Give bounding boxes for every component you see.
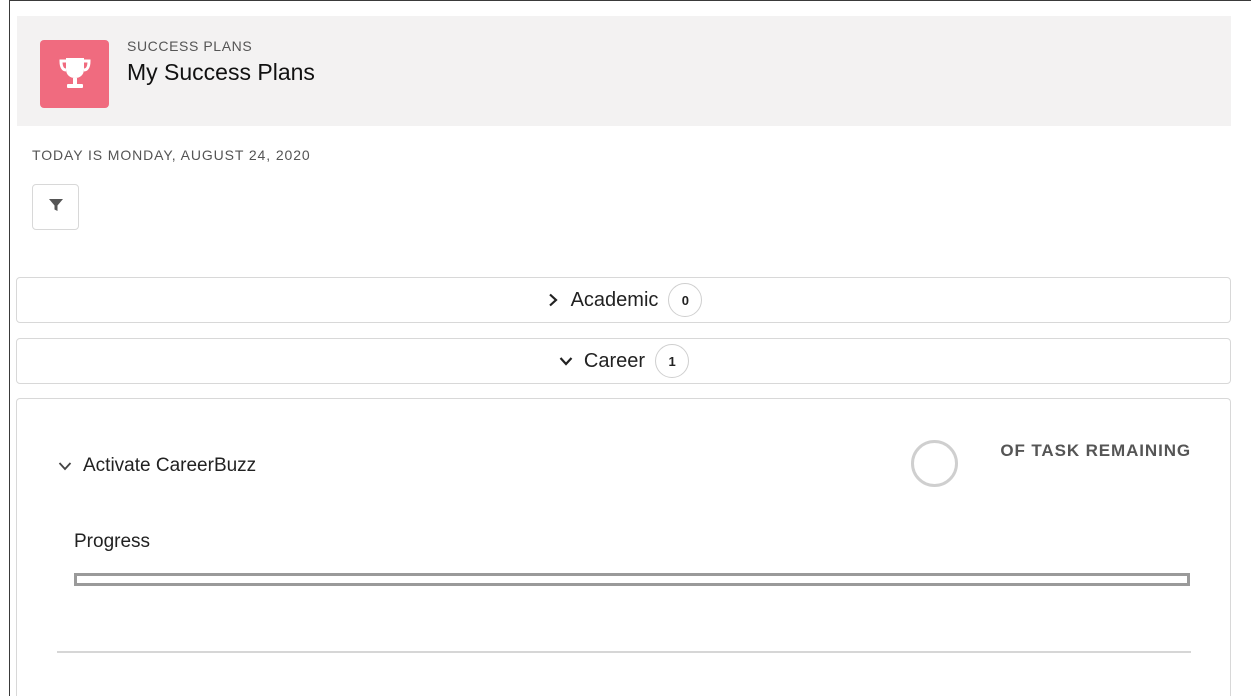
filter-button[interactable] (32, 184, 79, 230)
plan-title: Activate CareerBuzz (83, 455, 257, 476)
trophy-icon (40, 40, 109, 108)
header-eyebrow: SUCCESS PLANS (127, 38, 253, 54)
task-progress-ring (911, 440, 958, 487)
section-career[interactable]: Career 1 (16, 338, 1231, 384)
page-title: My Success Plans (127, 59, 315, 85)
plan-toggle-activate-careerbuzz[interactable]: Activate CareerBuzz (57, 455, 256, 477)
task-remaining-label: OF TASK REMAINING (1000, 441, 1191, 460)
section-career-count: 1 (655, 344, 690, 378)
section-academic[interactable]: Academic 0 (16, 277, 1231, 323)
chevron-right-icon (545, 292, 561, 308)
today-date: TODAY IS MONDAY, AUGUST 24, 2020 (32, 147, 311, 163)
section-academic-label: Academic (570, 288, 659, 311)
section-career-label: Career (583, 349, 646, 372)
chevron-down-icon (558, 353, 574, 369)
section-academic-count: 0 (668, 283, 703, 317)
panel-divider (57, 651, 1191, 653)
chevron-down-icon (57, 458, 73, 474)
filter-icon (48, 197, 64, 218)
page-header: SUCCESS PLANS My Success Plans (17, 16, 1231, 126)
career-panel: Activate CareerBuzz OF TASK REMAINING Pr… (16, 398, 1231, 696)
progress-label: Progress (74, 531, 151, 552)
progress-bar (74, 573, 1190, 586)
